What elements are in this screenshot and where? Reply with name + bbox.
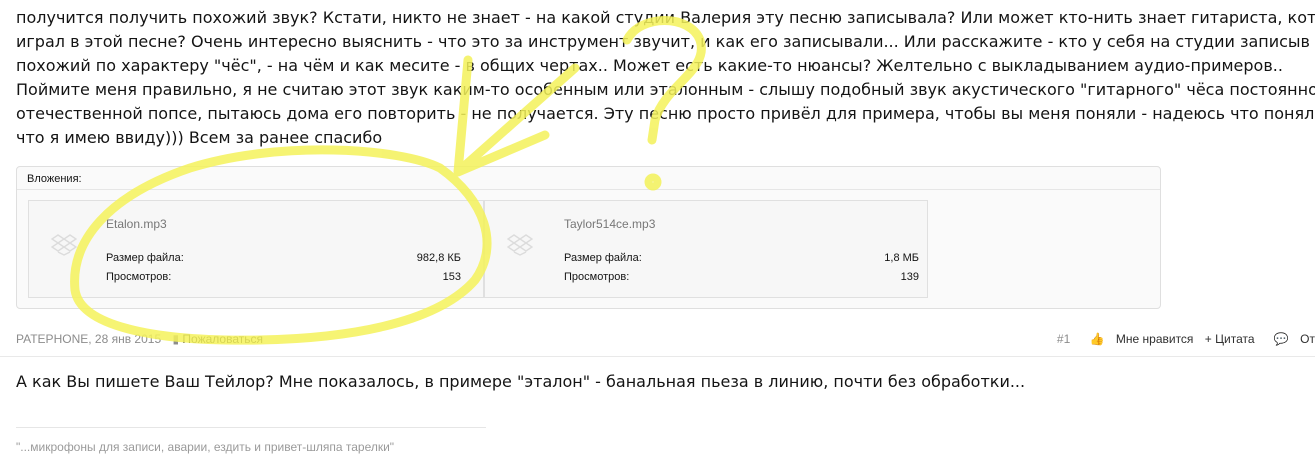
file-views-value: 139	[900, 271, 919, 283]
attachment-file-name[interactable]: Etalon.mp3	[106, 217, 167, 231]
signature-divider	[16, 427, 486, 428]
file-views-row: Просмотров: 139	[564, 271, 919, 283]
file-size-row: Размер файла: 982,8 КБ	[106, 252, 461, 264]
post-number-link[interactable]: #1	[1057, 332, 1070, 346]
attachment-etalon[interactable]: Etalon.mp3 Размер файла: 982,8 КБ Просмо…	[28, 200, 484, 298]
dropbox-icon	[51, 234, 77, 256]
dropbox-icon	[507, 234, 533, 256]
post-author-link[interactable]: PATEPHONE	[16, 332, 88, 346]
file-views-label: Просмотров:	[106, 271, 172, 283]
reply-button[interactable]: 💬 От	[1266, 332, 1315, 346]
post-line: Поймите меня правильно, я не считаю этот…	[16, 80, 1315, 99]
file-size-label: Размер файла:	[106, 252, 184, 264]
thumbs-up-icon: 👍	[1089, 332, 1105, 346]
post-line: играл в этой песне? Очень интересно выяс…	[16, 32, 1310, 51]
like-button[interactable]: 👍 Мне нравится	[1082, 332, 1194, 346]
reply-label: От	[1300, 332, 1315, 346]
attachment-file-name[interactable]: Taylor514ce.mp3	[564, 217, 655, 231]
attachments-divider	[17, 189, 1160, 190]
post-line: что я имею ввиду))) Всем за ранее спасиб…	[16, 128, 383, 147]
report-link[interactable]: Пожаловаться	[182, 332, 263, 346]
file-views-value: 153	[442, 271, 461, 283]
file-views-row: Просмотров: 153	[106, 271, 461, 283]
meta-comma: ,	[88, 332, 95, 346]
attachments-block: Вложения: Etalon.mp3 Размер файла: 982,8…	[16, 166, 1161, 309]
quote-button[interactable]: + Цитата	[1205, 332, 1255, 346]
file-size-label: Размер файла:	[564, 252, 642, 264]
post-line: получится получить похожий звук? Кстати,…	[16, 8, 1315, 27]
like-label: Мне нравится	[1115, 332, 1194, 346]
post-line: отечественной попсе, пытаюсь дома его по…	[16, 104, 1315, 123]
file-views-label: Просмотров:	[564, 271, 630, 283]
attachment-taylor[interactable]: Taylor514ce.mp3 Размер файла: 1,8 МБ Про…	[484, 200, 928, 298]
speech-bubble-icon: 💬	[1273, 332, 1289, 346]
file-size-value: 1,8 МБ	[884, 252, 919, 264]
file-size-row: Размер файла: 1,8 МБ	[564, 252, 919, 264]
post-meta-bar: PATEPHONE, 28 янв 2015 ▮ Пожаловаться #1…	[16, 330, 1315, 348]
post-line: похожий по характеру "чёс", - на чём и к…	[16, 56, 1283, 75]
post-body: получится получить похожий звук? Кстати,…	[16, 6, 1315, 150]
post-date[interactable]: 28 янв 2015	[95, 332, 161, 346]
post-divider	[0, 356, 1315, 357]
file-size-value: 982,8 КБ	[416, 252, 461, 264]
attachments-title: Вложения:	[27, 173, 82, 185]
reply-body: А как Вы пишете Ваш Тейлор? Мне показало…	[16, 372, 1026, 391]
report-icon: ▮	[172, 332, 180, 346]
